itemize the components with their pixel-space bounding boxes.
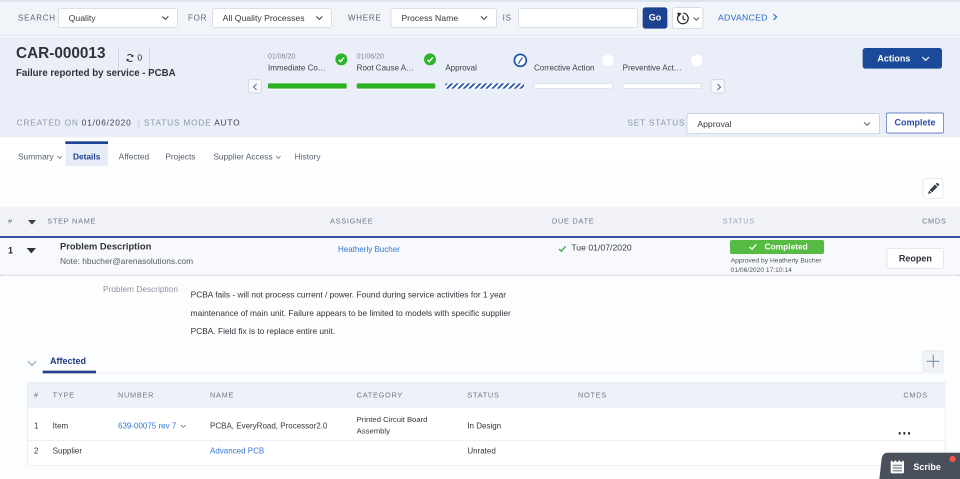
svg-text:Scribe: Scribe [913,462,941,472]
